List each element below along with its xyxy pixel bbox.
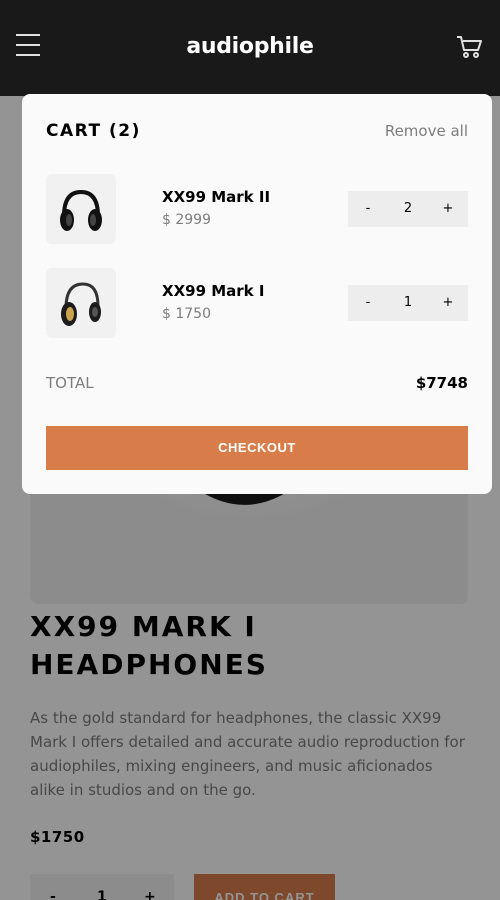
headphones-black-image <box>46 174 116 244</box>
cart-item-price: $ 2999 <box>162 212 211 228</box>
headphones-gold-image <box>46 268 116 338</box>
cart-modal: CART (2) Remove all XX99 Mark II $ 2999 … <box>22 94 492 494</box>
decrement-button[interactable]: - <box>348 285 388 321</box>
cart-item: XX99 Mark II $ 2999 - 2 + <box>46 174 468 244</box>
quantity-stepper[interactable]: - 2 + <box>348 191 468 227</box>
checkout-button[interactable]: CHECKOUT <box>46 426 468 470</box>
cart-item: XX99 Mark I $ 1750 - 1 + <box>46 268 468 338</box>
cart-title: CART (2) <box>46 121 141 141</box>
quantity-stepper[interactable]: - 1 + <box>348 285 468 321</box>
shopping-cart-icon[interactable] <box>456 34 484 60</box>
total-value: $7748 <box>415 374 468 392</box>
decrement-button[interactable]: - <box>348 191 388 227</box>
total-label: TOTAL <box>46 374 94 392</box>
site-header: audiophile <box>0 0 500 96</box>
cart-item-price: $ 1750 <box>162 306 211 322</box>
quantity-value: 1 <box>403 295 413 310</box>
cart-item-name: XX99 Mark II <box>162 188 271 206</box>
quantity-value: 2 <box>403 201 413 216</box>
increment-button[interactable]: + <box>428 191 468 227</box>
remove-all-link[interactable]: Remove all <box>385 122 468 140</box>
increment-button[interactable]: + <box>428 285 468 321</box>
logo[interactable]: audiophile <box>0 34 500 59</box>
cart-item-name: XX99 Mark I <box>162 282 265 300</box>
